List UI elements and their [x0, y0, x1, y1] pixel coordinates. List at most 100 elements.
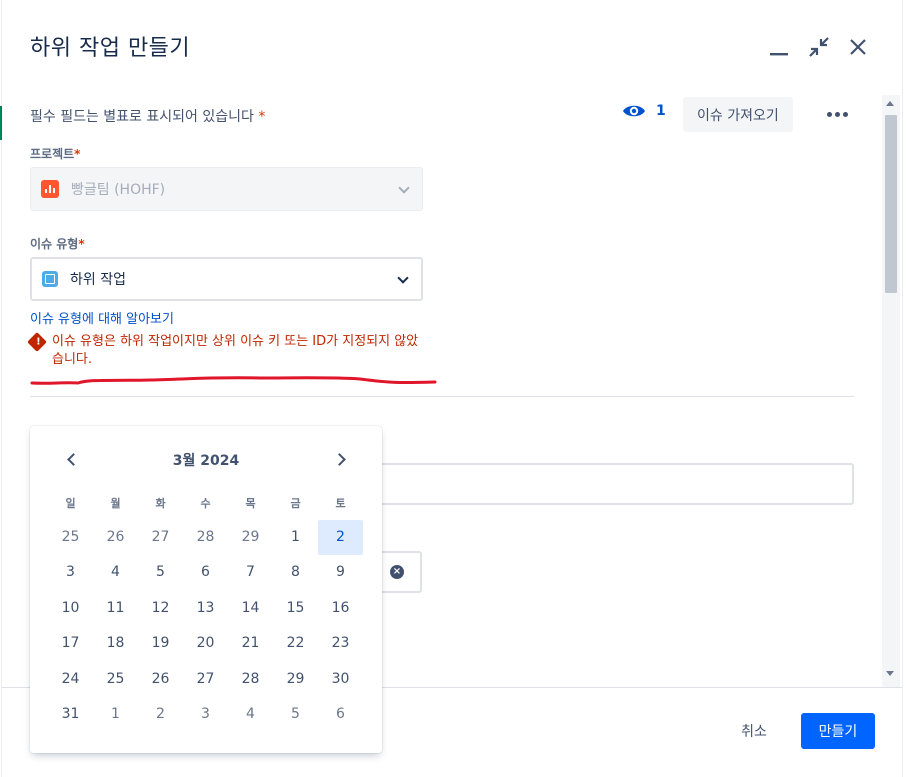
calendar-grid: 일월화수목금토 25 26 27 28 29 1 2 3 4 5 6 7 8 9 10 11 12 13 14 15 1… [48, 488, 364, 732]
chevron-right-icon [332, 452, 346, 466]
calendar-day[interactable]: 15 [273, 591, 318, 626]
calendar-day[interactable]: 1 [273, 520, 318, 555]
calendar-day[interactable]: 3 [183, 697, 228, 732]
calendar-day[interactable]: 28 [228, 662, 273, 697]
calendar-day[interactable]: 14 [228, 591, 273, 626]
cancel-button[interactable]: 취소 [724, 713, 784, 749]
calendar-day[interactable]: 24 [48, 662, 93, 697]
collapse-icon [809, 37, 829, 57]
collapse-button[interactable] [806, 34, 832, 60]
calendar-day[interactable]: 5 [273, 697, 318, 732]
scroll-up-icon[interactable] [886, 101, 894, 106]
watch-button[interactable]: 1 [622, 103, 666, 119]
calendar-day[interactable]: 6 [183, 555, 228, 590]
more-dot-icon [834, 111, 840, 117]
calendar-week-row: 24 25 26 27 28 29 30 [48, 662, 364, 697]
calendar-week-row: 31 1 2 3 4 5 6 [48, 697, 364, 732]
calendar-day[interactable]: 27 [183, 662, 228, 697]
learn-issue-types-link[interactable]: 이슈 유형에 대해 알아보기 [30, 308, 174, 327]
calendar-day[interactable]: 28 [183, 520, 228, 555]
calendar-day[interactable]: 23 [318, 626, 363, 661]
issue-type-select[interactable]: 하위 작업 [30, 257, 423, 301]
calendar-day[interactable]: 30 [318, 662, 363, 697]
required-note-text: 필수 필드는 별표로 표시되어 있습니다 [30, 109, 254, 125]
import-issues-button[interactable]: 이슈 가져오기 [683, 97, 793, 132]
calendar-day[interactable]: 25 [48, 520, 93, 555]
calendar-day[interactable]: 5 [138, 555, 183, 590]
watchers-count: 1 [656, 103, 666, 119]
calendar-day[interactable]: 17 [48, 626, 93, 661]
calendar-day[interactable]: 21 [228, 626, 273, 661]
weekday-label: 목 [245, 497, 256, 510]
calendar-day[interactable]: 4 [93, 555, 138, 590]
calendar-day[interactable]: 10 [48, 591, 93, 626]
calendar-day[interactable]: 29 [228, 520, 273, 555]
calendar-day[interactable]: 8 [273, 555, 318, 590]
eye-icon [623, 105, 645, 117]
vertical-scrollbar[interactable] [882, 95, 900, 687]
calendar-week-row: 10 11 12 13 14 15 16 [48, 591, 364, 626]
subtask-icon [42, 271, 58, 287]
calendar-day[interactable]: 13 [183, 591, 228, 626]
calendar-day[interactable]: 9 [318, 555, 363, 590]
chevron-down-icon [397, 272, 409, 284]
calendar-weekday-header: 일월화수목금토 [48, 488, 364, 520]
calendar-day[interactable]: 25 [93, 662, 138, 697]
weekday-label: 일 [65, 497, 76, 510]
next-month-button[interactable] [328, 446, 354, 472]
calendar-day[interactable]: 29 [273, 662, 318, 697]
calendar-day[interactable]: 26 [138, 662, 183, 697]
scroll-down-icon[interactable] [886, 671, 894, 676]
calendar-days: 25 26 27 28 29 1 2 3 4 5 6 7 8 9 10 11 12 13 14 15 16 17 18 19 2… [48, 520, 364, 732]
issue-type-label: 이슈 유형* [30, 235, 85, 252]
issue-type-label-text: 이슈 유형 [30, 237, 79, 251]
error-message: 이슈 유형은 하위 작업이지만 상위 이슈 키 또는 ID가 지정되지 않았습니… [52, 334, 419, 367]
text-input-field[interactable] [374, 463, 854, 505]
clear-icon[interactable]: × [390, 565, 404, 579]
create-button[interactable]: 만들기 [801, 713, 875, 749]
calendar-day[interactable]: 26 [93, 520, 138, 555]
more-dot-icon [842, 111, 848, 117]
calendar-day[interactable]: 20 [183, 626, 228, 661]
project-avatar-icon [41, 180, 59, 198]
scroll-thumb[interactable] [885, 115, 897, 293]
calendar-day[interactable]: 16 [318, 591, 363, 626]
minimize-button[interactable] [766, 34, 792, 60]
section-divider [30, 396, 854, 397]
error-icon [27, 332, 47, 352]
calendar-day[interactable]: 7 [228, 555, 273, 590]
project-select: 빵글팀 (HOHF) [30, 167, 423, 211]
calendar-day[interactable]: 3 [48, 555, 93, 590]
required-asterisk: * [78, 237, 85, 251]
date-picker-calendar: 3월 2024 일월화수목금토 25 26 27 28 29 1 2 3 4 5 6 7 8 9 10 11 1… [30, 426, 382, 753]
modal-title: 하위 작업 만들기 [30, 36, 191, 61]
calendar-day[interactable]: 18 [93, 626, 138, 661]
calendar-day[interactable]: 2 [138, 697, 183, 732]
calendar-day[interactable]: 6 [318, 697, 363, 732]
calendar-day[interactable]: 19 [138, 626, 183, 661]
weekday-label: 금 [290, 497, 301, 510]
weekday-label: 화 [155, 497, 166, 510]
issue-type-error: 이슈 유형은 하위 작업이지만 상위 이슈 키 또는 ID가 지정되지 않았습니… [27, 332, 430, 369]
required-asterisk: * [258, 109, 266, 125]
project-label-text: 프로젝트 [30, 147, 75, 161]
close-icon [850, 39, 866, 55]
calendar-day[interactable]: 11 [93, 591, 138, 626]
calendar-day[interactable]: 12 [138, 591, 183, 626]
minimize-icon [770, 53, 788, 56]
required-asterisk: * [74, 147, 81, 161]
calendar-day[interactable]: 2 [318, 520, 363, 556]
calendar-day[interactable]: 1 [93, 697, 138, 732]
weekday-label: 토 [335, 497, 346, 510]
more-actions-button[interactable] [822, 103, 852, 125]
close-button[interactable] [845, 34, 871, 60]
calendar-day[interactable]: 22 [273, 626, 318, 661]
calendar-week-row: 3456789 [48, 555, 364, 590]
calendar-week-row: 25 26 27 28 29 1 2 [48, 520, 364, 556]
weekday-label: 월 [110, 497, 121, 510]
calendar-day[interactable]: 4 [228, 697, 273, 732]
calendar-day[interactable]: 31 [48, 697, 93, 732]
calendar-day[interactable]: 27 [138, 520, 183, 555]
create-subtask-modal: 하위 작업 만들기 필수 필드는 별표로 표시되어 있습니다 * 1 이슈 가져… [2, 0, 902, 777]
issue-type-value: 하위 작업 [70, 272, 126, 288]
